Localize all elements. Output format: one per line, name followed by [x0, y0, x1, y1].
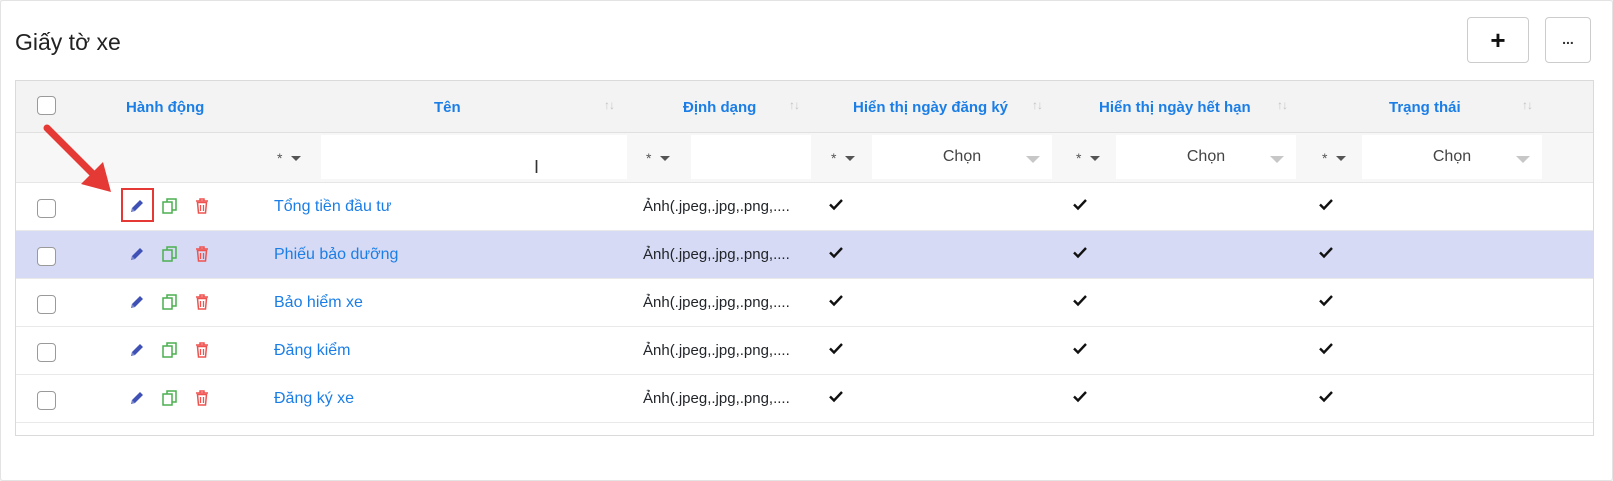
copy-icon[interactable]	[161, 197, 181, 217]
status-filter-operator[interactable]: *	[1322, 133, 1347, 183]
check-icon	[1073, 199, 1087, 211]
row-format: Ảnh(.jpeg,.jpg,.png,....	[643, 390, 790, 407]
caret-down-icon	[1090, 155, 1101, 161]
reg-date-filter-operator[interactable]: *	[831, 133, 856, 183]
row-name-link[interactable]: Tổng tiền đầu tư	[274, 198, 391, 216]
check-icon	[1319, 247, 1333, 259]
row-format: Ảnh(.jpeg,.jpg,.png,....	[643, 246, 790, 263]
caret-down-icon	[1516, 156, 1530, 163]
exp-date-filter-select[interactable]: Chọn	[1116, 135, 1296, 179]
annotation-arrow-icon	[43, 124, 111, 192]
check-icon	[1319, 343, 1333, 355]
col-header-show-reg-date[interactable]: Hiển thị ngày đăng ký	[853, 81, 1008, 133]
caret-down-icon	[1336, 155, 1347, 161]
name-filter-operator[interactable]: *	[277, 133, 302, 183]
copy-icon[interactable]	[161, 341, 181, 361]
select-all-checkbox[interactable]	[37, 96, 56, 115]
reg-date-filter-select[interactable]: Chọn	[872, 135, 1052, 179]
format-filter-operator[interactable]: *	[646, 133, 671, 183]
col-header-name[interactable]: Tên	[434, 81, 461, 133]
row-name-link[interactable]: Phiếu bảo dưỡng	[274, 246, 398, 264]
check-icon	[1073, 343, 1087, 355]
row-checkbox[interactable]	[37, 391, 56, 410]
sort-icon[interactable]: ↑↓	[1277, 98, 1288, 112]
filter-row: * I * * Chọn * Chọn * Chọn	[16, 133, 1593, 183]
caret-down-icon	[1270, 156, 1284, 163]
row-name-link[interactable]: Bảo hiểm xe	[274, 294, 363, 312]
col-header-actions: Hành động	[126, 98, 205, 116]
col-header-format[interactable]: Định dạng	[683, 81, 756, 133]
edit-icon[interactable]	[128, 245, 148, 265]
more-options-button[interactable]: ...	[1545, 17, 1591, 63]
check-icon	[829, 247, 843, 259]
exp-date-filter-operator[interactable]: *	[1076, 133, 1101, 183]
delete-icon[interactable]	[193, 293, 213, 313]
row-checkbox[interactable]	[37, 199, 56, 218]
annotation-highlight-box	[121, 188, 154, 222]
check-icon	[1319, 295, 1333, 307]
sort-icon[interactable]: ↑↓	[604, 98, 615, 112]
format-filter-input[interactable]	[691, 135, 811, 179]
caret-down-icon	[660, 155, 671, 161]
edit-icon[interactable]	[128, 341, 148, 361]
delete-icon[interactable]	[193, 245, 213, 265]
check-icon	[829, 199, 843, 211]
row-format: Ảnh(.jpeg,.jpg,.png,....	[643, 294, 790, 311]
col-header-status[interactable]: Trạng thái	[1389, 81, 1461, 133]
check-icon	[1073, 295, 1087, 307]
text-cursor-icon: I	[534, 157, 540, 177]
check-icon	[1073, 391, 1087, 403]
row-name-link[interactable]: Đăng kiểm	[274, 342, 350, 360]
caret-down-icon	[845, 155, 856, 161]
check-icon	[829, 343, 843, 355]
data-grid: Hành động Tên ↑↓ Định dạng ↑↓ Hiển thị n…	[15, 80, 1594, 436]
delete-icon[interactable]	[193, 341, 213, 361]
check-icon	[1073, 247, 1087, 259]
row-format: Ảnh(.jpeg,.jpg,.png,....	[643, 342, 790, 359]
edit-icon[interactable]	[128, 389, 148, 409]
check-icon	[829, 295, 843, 307]
edit-icon[interactable]	[128, 293, 148, 313]
copy-icon[interactable]	[161, 293, 181, 313]
table-row[interactable]: Đăng ký xe Ảnh(.jpeg,.jpg,.png,....	[16, 375, 1593, 423]
sort-icon[interactable]: ↑↓	[1032, 98, 1043, 112]
delete-icon[interactable]	[193, 197, 213, 217]
status-filter-select[interactable]: Chọn	[1362, 135, 1542, 179]
sort-icon[interactable]: ↑↓	[789, 98, 800, 112]
caret-down-icon	[1026, 156, 1040, 163]
check-icon	[829, 391, 843, 403]
table-row[interactable]: Tổng tiền đầu tư Ảnh(.jpeg,.jpg,.png,...…	[16, 183, 1593, 231]
caret-down-icon	[291, 155, 302, 161]
check-icon	[1319, 199, 1333, 211]
row-checkbox[interactable]	[37, 295, 56, 314]
panel: Giấy tờ xe + ... Hành động Tên ↑↓ Định d…	[0, 0, 1613, 481]
page-title: Giấy tờ xe	[15, 29, 121, 55]
sort-icon[interactable]: ↑↓	[1522, 98, 1533, 112]
delete-icon[interactable]	[193, 389, 213, 409]
add-button[interactable]: +	[1467, 17, 1529, 63]
row-checkbox[interactable]	[37, 343, 56, 362]
table-row[interactable]: Đăng kiểm Ảnh(.jpeg,.jpg,.png,....	[16, 327, 1593, 375]
grid-header: Hành động Tên ↑↓ Định dạng ↑↓ Hiển thị n…	[16, 81, 1593, 133]
copy-icon[interactable]	[161, 389, 181, 409]
table-row[interactable]: Bảo hiểm xe Ảnh(.jpeg,.jpg,.png,....	[16, 279, 1593, 327]
col-header-show-exp-date[interactable]: Hiển thị ngày hết hạn	[1099, 81, 1251, 133]
row-format: Ảnh(.jpeg,.jpg,.png,....	[643, 198, 790, 215]
row-checkbox[interactable]	[37, 247, 56, 266]
copy-icon[interactable]	[161, 245, 181, 265]
table-row[interactable]: Phiếu bảo dưỡng Ảnh(.jpeg,.jpg,.png,....	[16, 231, 1593, 279]
check-icon	[1319, 391, 1333, 403]
name-filter-input[interactable]	[321, 135, 627, 179]
row-name-link[interactable]: Đăng ký xe	[274, 390, 354, 408]
